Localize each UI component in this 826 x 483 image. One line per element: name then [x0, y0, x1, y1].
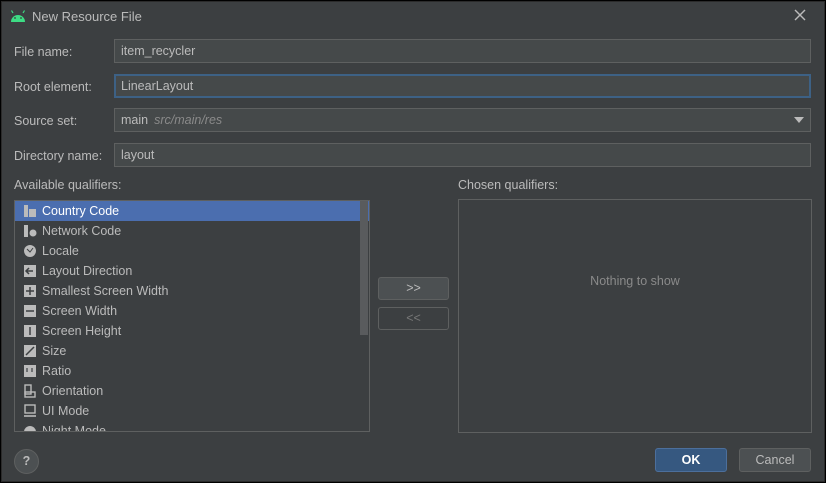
root-element-input[interactable]: LinearLayout — [114, 74, 811, 98]
source-set-value: main — [121, 113, 149, 127]
list-scrollbar[interactable] — [360, 201, 368, 335]
ratio-icon — [24, 365, 36, 377]
file-name-label: File name: — [14, 45, 73, 59]
directory-name-value: layout — [121, 148, 155, 162]
network-code-icon — [24, 225, 37, 237]
cancel-button[interactable]: Cancel — [739, 448, 811, 472]
list-item-label: Ratio — [42, 364, 72, 378]
chosen-qualifiers-label: Chosen qualifiers: — [458, 178, 559, 192]
available-qualifiers-list[interactable]: Country Code Network Code Locale Layout Dir… — [14, 200, 370, 432]
screen-height-icon — [24, 325, 36, 337]
root-element-value: LinearLayout — [121, 79, 194, 93]
remove-qualifier-button[interactable]: << — [378, 307, 449, 330]
smallest-width-icon — [24, 285, 36, 297]
chosen-qualifiers-list[interactable]: Nothing to show — [458, 199, 812, 433]
source-set-hint: src/main/res — [154, 113, 223, 127]
add-qualifier-button[interactable]: >> — [378, 277, 449, 300]
root-element-label: Root element: — [14, 80, 92, 94]
night-mode-icon — [24, 426, 36, 431]
available-qualifiers-label: Available qualifiers: — [14, 178, 122, 192]
orientation-icon — [24, 384, 36, 398]
list-item-label: Orientation — [42, 384, 104, 398]
list-item[interactable]: Locale — [15, 241, 369, 261]
close-icon[interactable] — [792, 7, 808, 23]
list-item-label: Screen Height — [42, 324, 122, 338]
list-item-label: UI Mode — [42, 404, 90, 418]
list-item[interactable]: Screen Height — [15, 321, 369, 341]
dialog-title: New Resource File — [32, 9, 142, 24]
directory-name-label: Directory name: — [14, 149, 103, 163]
list-item[interactable]: Screen Width — [15, 301, 369, 321]
list-item-label: Layout Direction — [42, 264, 133, 278]
list-item[interactable]: Size — [15, 341, 369, 361]
list-item-label: Night Mode — [42, 424, 106, 432]
list-item[interactable]: Night Mode — [15, 421, 369, 432]
ok-button[interactable]: OK — [655, 448, 727, 472]
source-set-dropdown[interactable]: main src/main/res — [114, 108, 811, 132]
list-item-label: Size — [42, 344, 67, 358]
empty-state-text: Nothing to show — [590, 274, 680, 288]
list-item[interactable]: Country Code — [15, 201, 369, 221]
screen-width-icon — [24, 305, 36, 317]
directory-name-input[interactable]: layout — [114, 143, 811, 167]
list-item[interactable]: Smallest Screen Width — [15, 281, 369, 301]
title-bar: New Resource File — [2, 2, 824, 32]
ui-mode-icon — [24, 404, 36, 417]
list-item[interactable]: Orientation — [15, 381, 369, 401]
list-item-label: Network Code — [42, 224, 122, 238]
source-set-label: Source set: — [14, 114, 78, 128]
list-item[interactable]: Network Code — [15, 221, 369, 241]
list-item-label: Locale — [42, 244, 79, 258]
size-icon — [24, 345, 36, 357]
list-item-label: Country Code — [42, 204, 120, 218]
file-name-value: item_recycler — [121, 44, 196, 58]
list-item-label: Smallest Screen Width — [42, 284, 169, 298]
globe-icon — [24, 245, 36, 257]
file-name-input[interactable]: item_recycler — [114, 39, 811, 63]
layout-direction-icon — [24, 265, 36, 277]
new-resource-file-dialog: New Resource File File name: item_recycl… — [1, 1, 825, 482]
android-icon — [10, 10, 26, 22]
list-item-label: Screen Width — [42, 304, 118, 318]
country-code-icon — [24, 205, 36, 217]
list-item[interactable]: Layout Direction — [15, 261, 369, 281]
chevron-down-icon[interactable] — [794, 117, 804, 123]
list-item[interactable]: UI Mode — [15, 401, 369, 421]
qualifier-items: Country Code Network Code Locale Layout Dir… — [15, 201, 369, 432]
help-button[interactable]: ? — [14, 449, 39, 474]
list-item[interactable]: Ratio — [15, 361, 369, 381]
